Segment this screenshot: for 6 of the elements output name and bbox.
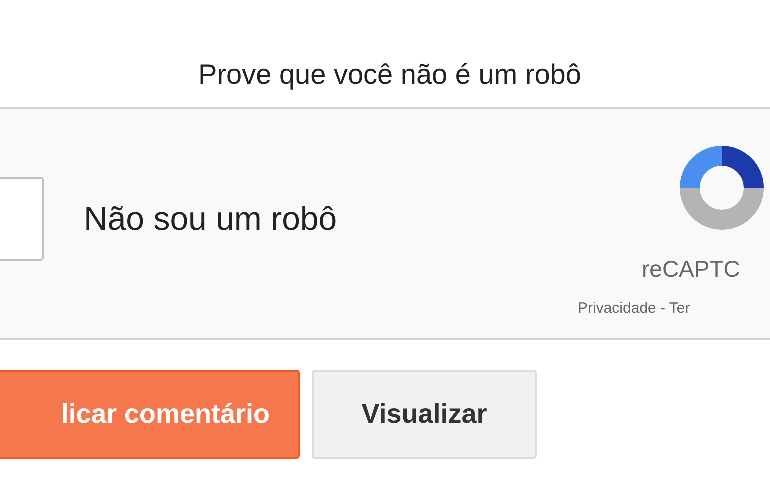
captcha-heading: Prove que você não é um robô <box>198 58 582 92</box>
checkbox-label: Não sou um robô <box>84 200 338 238</box>
privacy-terms-link[interactable]: Privacidade - Ter <box>578 300 690 317</box>
brand-text: reCAPTC <box>642 255 740 283</box>
publish-comment-button[interactable]: licar comentário <box>0 370 300 459</box>
preview-button[interactable]: Visualizar <box>312 370 537 459</box>
